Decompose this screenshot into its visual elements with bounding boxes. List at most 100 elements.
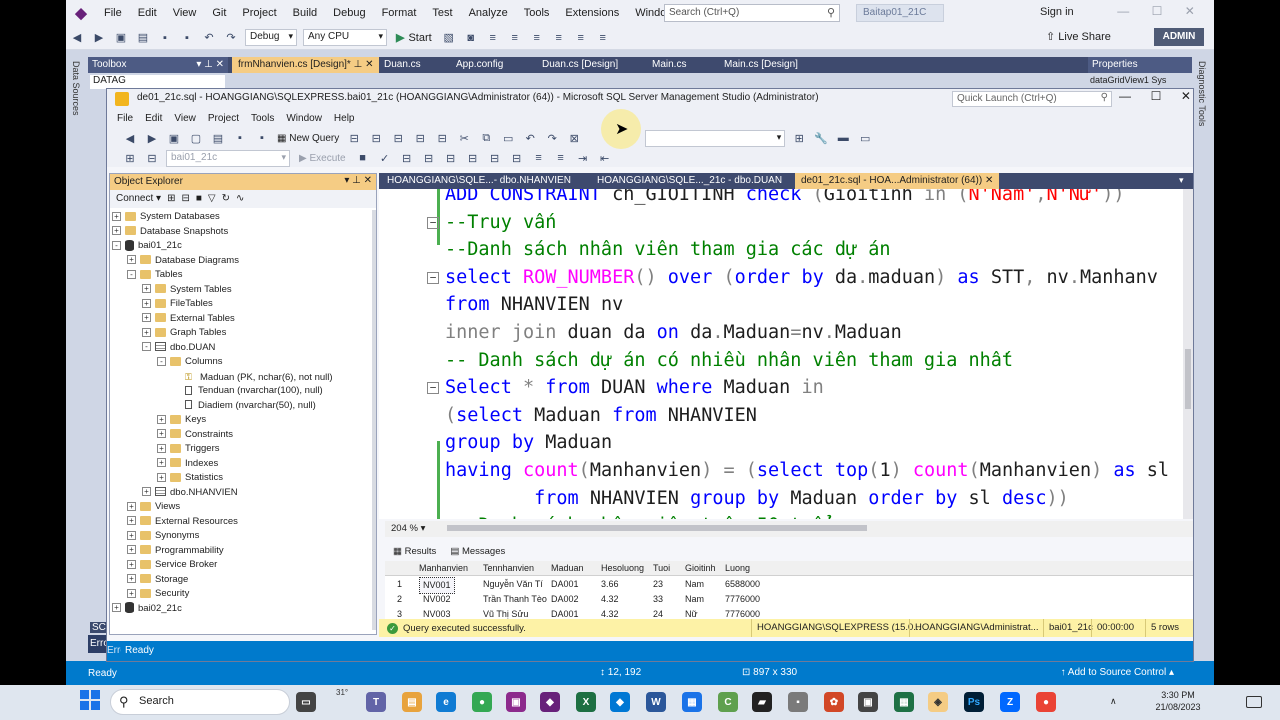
tree-node[interactable]: + Database Snapshots	[110, 225, 372, 240]
vs-menu-edit[interactable]: Edit	[130, 0, 165, 26]
file-explorer-icon[interactable]: ▤	[402, 692, 422, 712]
tree-node[interactable]: + Constraints	[110, 428, 372, 443]
tree-node[interactable]: + Indexes	[110, 457, 372, 472]
xmla-icon[interactable]: ⊟	[412, 130, 428, 146]
disconnect-icon[interactable]: ⊟	[181, 193, 189, 205]
solution-config-dropdown[interactable]	[645, 129, 786, 147]
code-line[interactable]: from NHANVIEN nv	[445, 291, 623, 319]
collapse-icon[interactable]: -	[142, 342, 151, 352]
db-query-icon[interactable]: ⊟	[346, 130, 362, 146]
fold-toggle-icon[interactable]: −	[427, 382, 439, 395]
open-icon[interactable]: ▤	[210, 130, 226, 146]
redo-icon[interactable]: ↷	[223, 30, 239, 46]
align-icon[interactable]: ≡	[551, 30, 567, 46]
tree-node[interactable]: + System Tables	[110, 283, 372, 298]
grid-cell[interactable]: 3.66	[601, 577, 619, 592]
expand-icon[interactable]: +	[127, 516, 136, 526]
app-icon[interactable]: ▪	[788, 692, 808, 712]
vs-menu-debug[interactable]: Debug	[325, 0, 373, 26]
tree-node[interactable]: + FileTables	[110, 297, 372, 312]
refresh-icon[interactable]: ↻	[222, 193, 230, 205]
expand-icon[interactable]: +	[127, 588, 136, 598]
grid-cell[interactable]: 7776000	[725, 592, 760, 607]
table-row[interactable]: 2 NV002 Trần Thanh Tèo DA002 4.32 33 Nam 777600…	[385, 592, 1193, 607]
platform-dropdown[interactable]: Any CPU	[303, 29, 387, 46]
system-clock[interactable]: 3:30 PM 21/08/2023	[1148, 689, 1208, 713]
paste-icon[interactable]: ▭	[500, 130, 516, 146]
connect-button[interactable]: Connect ▾	[116, 193, 161, 205]
camera-icon[interactable]: ◙	[463, 30, 479, 46]
tab-main-cs[interactable]: Main.cs	[646, 57, 692, 73]
save-icon[interactable]: ▪	[157, 30, 173, 46]
photoshop-icon[interactable]: Ps	[964, 692, 984, 712]
data-sources-strip[interactable]: Data Sources	[66, 57, 88, 647]
grid-column-header[interactable]: Gioitinh	[685, 561, 716, 576]
collapse-icon[interactable]: -	[157, 356, 166, 366]
code-line[interactable]: -- Danh sách dự án có nhiều nhân viên th…	[445, 347, 1013, 375]
parse-icon[interactable]: ✓	[377, 150, 393, 166]
grid-cell[interactable]: 4.32	[601, 607, 619, 619]
tree-node[interactable]: + Synonyms	[110, 529, 372, 544]
grid-cell[interactable]: Vũ Thị Sửu	[483, 607, 528, 619]
app-icon[interactable]: ✿	[824, 692, 844, 712]
mdx-icon[interactable]: ⊟	[368, 130, 384, 146]
tree-node[interactable]: + Storage	[110, 573, 372, 588]
results-to-icon[interactable]: ⊟	[487, 150, 503, 166]
tab-main-design[interactable]: Main.cs [Design]	[718, 57, 804, 73]
code-line[interactable]: Select * from DUAN where Maduan in	[445, 374, 824, 402]
grid-cell[interactable]: DA001	[551, 577, 579, 592]
tree-node[interactable]: - Columns	[110, 355, 372, 370]
add-to-source-control[interactable]: ↑ Add to Source Control ▴	[1061, 667, 1174, 678]
tab-duan-design[interactable]: Duan.cs [Design]	[536, 57, 624, 73]
tree-node[interactable]: + Statistics	[110, 471, 372, 486]
ssms-menu-help[interactable]: Help	[328, 113, 361, 124]
tabs-overflow-icon[interactable]: ▾	[1179, 175, 1184, 186]
expand-icon[interactable]: +	[142, 298, 151, 308]
expand-icon[interactable]: +	[112, 211, 121, 221]
tab-duan[interactable]: HOANGGIANG\SQLE..._21c - dbo.DUAN	[591, 173, 788, 189]
align-icon[interactable]: ≡	[507, 30, 523, 46]
tree-node[interactable]: - dbo.DUAN	[110, 341, 372, 356]
app-icon[interactable]: ▣	[506, 692, 526, 712]
code-line[interactable]: inner join duan da on da.Maduan=nv.Madua…	[445, 319, 902, 347]
new-query-button[interactable]: ▦ New Query	[277, 133, 339, 144]
filter-icon[interactable]: ▽	[208, 193, 216, 205]
fold-toggle-icon[interactable]: −	[427, 271, 439, 284]
forward-icon[interactable]: ▶	[91, 30, 107, 46]
expand-icon[interactable]: +	[127, 545, 136, 555]
editor-hscrollbar[interactable]	[447, 525, 867, 531]
diagnostic-tools-strip[interactable]: Diagnostic Tools	[1192, 57, 1214, 647]
activity-monitor-icon[interactable]: ⊠	[566, 130, 582, 146]
open-icon[interactable]: ▤	[135, 30, 151, 46]
grid-column-header[interactable]: Tuoi	[653, 561, 670, 576]
disconnect-icon[interactable]: ⊟	[144, 150, 160, 166]
results-grid[interactable]: Manhanvien Tennhanvien Maduan Hesoluong Tuoi…	[385, 561, 1193, 619]
vs-menu-test[interactable]: Test	[424, 0, 460, 26]
tab-nhanvien[interactable]: HOANGGIANG\SQLE...- dbo.NHANVIEN	[381, 173, 577, 189]
grid-cell[interactable]: Nguyễn Văn Tí	[483, 577, 543, 592]
save-all-icon[interactable]: ▪	[179, 30, 195, 46]
tab-de01-sql[interactable]: de01_21c.sql - HOA...Administrator (64))…	[795, 173, 1000, 189]
tray-chevron-icon[interactable]: ∧	[1110, 696, 1117, 707]
toolbox-header[interactable]: Toolbox ▾ ⊥ ✕	[88, 57, 228, 73]
collapse-icon[interactable]: -	[127, 269, 136, 279]
activity-icon[interactable]: ∿	[236, 193, 244, 205]
code-line[interactable]: from NHANVIEN group by Maduan order by s…	[445, 485, 1069, 513]
close-icon[interactable]: ✕	[985, 175, 993, 186]
config-dropdown[interactable]: Debug	[245, 29, 297, 46]
grid-cell[interactable]: 4.32	[601, 592, 619, 607]
results-to-icon[interactable]: ⊟	[509, 150, 525, 166]
grid-cell[interactable]: Nam	[685, 592, 704, 607]
new-project-icon[interactable]: ▣	[166, 130, 182, 146]
grid-cell[interactable]: NV003	[423, 607, 451, 619]
scroll-thumb[interactable]	[1185, 349, 1191, 409]
tools-icon[interactable]: 🔧	[813, 130, 829, 146]
window-icon[interactable]: ▭	[857, 130, 873, 146]
tab-duan-cs[interactable]: Duan.cs	[378, 57, 427, 73]
tree-node[interactable]: + Keys	[110, 413, 372, 428]
expand-icon[interactable]: +	[157, 414, 166, 424]
maximize-icon[interactable]: ☐	[1152, 4, 1163, 18]
vs-menu-git[interactable]: Git	[204, 0, 234, 26]
app-icon[interactable]: ▰	[752, 692, 772, 712]
fold-toggle-icon[interactable]: −	[427, 216, 439, 229]
